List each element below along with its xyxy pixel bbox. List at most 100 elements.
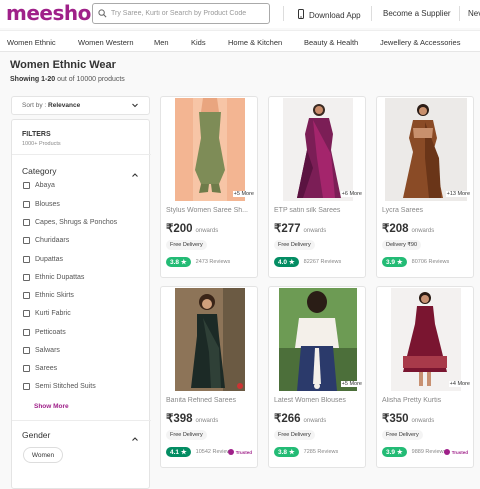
price-value: ₹208 <box>382 223 409 235</box>
product-image[interactable] <box>279 288 357 391</box>
nav-item-men[interactable]: Men <box>154 38 169 47</box>
gender-chip-women[interactable]: Women <box>23 447 63 463</box>
category-option-semi-stitched-suits[interactable]: Semi Stitched Suits <box>23 383 96 390</box>
price-value: ₹277 <box>274 223 301 235</box>
more-variants-label[interactable]: +5 More <box>340 381 363 387</box>
checkbox[interactable] <box>23 292 30 299</box>
nav-item-women-ethnic[interactable]: Women Ethnic <box>7 38 56 47</box>
newsroom-link[interactable]: Nev <box>468 9 480 18</box>
chevron-up-icon[interactable] <box>131 166 139 184</box>
delivery-badge: Free Delivery <box>166 430 207 440</box>
category-option-label: Blouses <box>35 201 60 208</box>
more-variants-label[interactable]: +13 More <box>445 191 471 197</box>
sort-dropdown[interactable]: Sort by : Relevance <box>11 96 150 115</box>
review-count: 80706 Reviews <box>411 259 450 265</box>
category-option-label: Churidaars <box>35 237 70 244</box>
trusted-badge: Trusted <box>227 449 252 455</box>
nav-item-home-kitchen[interactable]: Home & Kitchen <box>228 38 282 47</box>
nav-item-beauty-health[interactable]: Beauty & Health <box>304 38 358 47</box>
sort-value: Relevance <box>48 102 81 109</box>
become-supplier-link[interactable]: Become a Supplier <box>383 9 451 18</box>
download-app-link[interactable]: Download App <box>298 9 361 21</box>
checkbox[interactable] <box>23 383 30 390</box>
product-card[interactable]: +5 More Stylus Women Saree Sh... ₹200 onw… <box>160 96 258 278</box>
nav-item-women-western[interactable]: Women Western <box>78 38 134 47</box>
rating-row: 3.9 ★ 80706 Reviews <box>382 257 449 267</box>
price-onwards: onwards <box>411 418 435 424</box>
checkbox[interactable] <box>23 365 30 372</box>
product-image[interactable] <box>385 98 467 201</box>
more-variants-label[interactable]: +5 More <box>232 191 255 197</box>
review-count: 9889 Reviews <box>411 449 447 455</box>
trusted-shield-icon <box>227 449 234 455</box>
product-name: Alisha Pretty Kurtis <box>382 397 442 404</box>
category-option-blouses[interactable]: Blouses <box>23 201 60 208</box>
delivery-badge: Free Delivery <box>274 240 315 250</box>
product-name: Stylus Women Saree Sh... <box>166 207 248 214</box>
checkbox[interactable] <box>23 274 30 281</box>
product-card[interactable]: +6 More ETP satin silk Sarees ₹277 onward… <box>268 96 366 278</box>
rating-row: 3.9 ★ 9889 Reviews <box>382 447 446 457</box>
product-image[interactable] <box>175 288 245 391</box>
meesho-logo[interactable]: meesho <box>6 1 91 25</box>
chevron-down-icon <box>131 101 139 111</box>
search-bar[interactable] <box>92 3 270 24</box>
more-variants-label[interactable]: +4 More <box>448 381 471 387</box>
price-onwards: onwards <box>195 228 219 234</box>
category-option-dupattas[interactable]: Dupattas <box>23 256 63 263</box>
trusted-label: Trusted <box>235 449 252 455</box>
category-option-kurti-fabric[interactable]: Kurti Fabric <box>23 310 71 317</box>
download-app-label: Download App <box>309 10 361 20</box>
review-count: 82267 Reviews <box>303 259 342 265</box>
category-option-churidaars[interactable]: Churidaars <box>23 237 69 244</box>
checkbox[interactable] <box>23 237 30 244</box>
checkbox[interactable] <box>23 182 30 189</box>
product-card[interactable]: +5 More Latest Women Blouses ₹266 onwards… <box>268 286 366 468</box>
results-count: Showing 1-20 out of 10000 products <box>10 76 125 83</box>
checkbox[interactable] <box>23 201 30 208</box>
show-more-link[interactable]: Show More <box>34 403 69 410</box>
checkbox[interactable] <box>23 310 30 317</box>
rating-row: 4.0 ★ 82267 Reviews <box>274 257 341 267</box>
search-input[interactable] <box>111 10 261 17</box>
category-option-capes[interactable]: Capes, Shrugs & Ponchos <box>23 219 117 226</box>
category-option-salwars[interactable]: Salwars <box>23 347 60 354</box>
product-card[interactable]: +4 More Alisha Pretty Kurtis ₹350 onwards… <box>376 286 474 468</box>
category-option-petticoats[interactable]: Petticoats <box>23 329 66 336</box>
category-option-label: Capes, Shrugs & Ponchos <box>35 219 118 226</box>
category-option-label: Semi Stitched Suits <box>35 383 96 390</box>
product-image[interactable] <box>175 98 245 201</box>
product-image[interactable] <box>283 98 353 201</box>
category-option-ethnic-dupattas[interactable]: Ethnic Dupattas <box>23 274 84 281</box>
category-filter-title[interactable]: Category <box>22 166 57 176</box>
more-variants-label[interactable]: +6 More <box>340 191 363 197</box>
product-card[interactable]: Banita Refined Sarees ₹398 onwards Free D… <box>160 286 258 468</box>
chevron-up-icon[interactable] <box>131 430 139 448</box>
category-option-sarees[interactable]: Sarees <box>23 365 57 372</box>
checkbox[interactable] <box>23 347 30 354</box>
category-option-ethnic-skirts[interactable]: Ethnic Skirts <box>23 292 74 299</box>
category-option-label: Salwars <box>35 347 60 354</box>
gender-filter-title[interactable]: Gender <box>22 430 50 440</box>
rating-badge: 3.8 ★ <box>274 447 299 457</box>
category-option-abaya[interactable]: Abaya <box>23 182 55 189</box>
product-image[interactable] <box>391 288 461 391</box>
product-price: ₹266 onwards <box>274 411 326 425</box>
checkbox[interactable] <box>23 219 30 226</box>
product-card[interactable]: +13 More Lycra Sarees ₹208 onwards Delive… <box>376 96 474 278</box>
nav-item-jewellery[interactable]: Jewellery & Accessories <box>380 38 460 47</box>
checkbox[interactable] <box>23 256 30 263</box>
trusted-shield-icon <box>443 449 450 455</box>
review-count: 2473 Reviews <box>195 259 231 265</box>
price-onwards: onwards <box>303 228 327 234</box>
delivery-badge: Free Delivery <box>274 430 315 440</box>
nav-item-kids[interactable]: Kids <box>191 38 206 47</box>
checkbox[interactable] <box>23 329 30 336</box>
category-option-label: Kurti Fabric <box>35 310 71 317</box>
rating-row: 3.8 ★ 7285 Reviews <box>274 447 338 457</box>
delivery-badge: Delivery ₹90 <box>382 240 422 250</box>
trusted-badge: Trusted <box>443 449 468 455</box>
rating-badge: 3.9 ★ <box>382 447 407 457</box>
category-option-label: Sarees <box>35 365 58 372</box>
product-price: ₹277 onwards <box>274 221 326 235</box>
